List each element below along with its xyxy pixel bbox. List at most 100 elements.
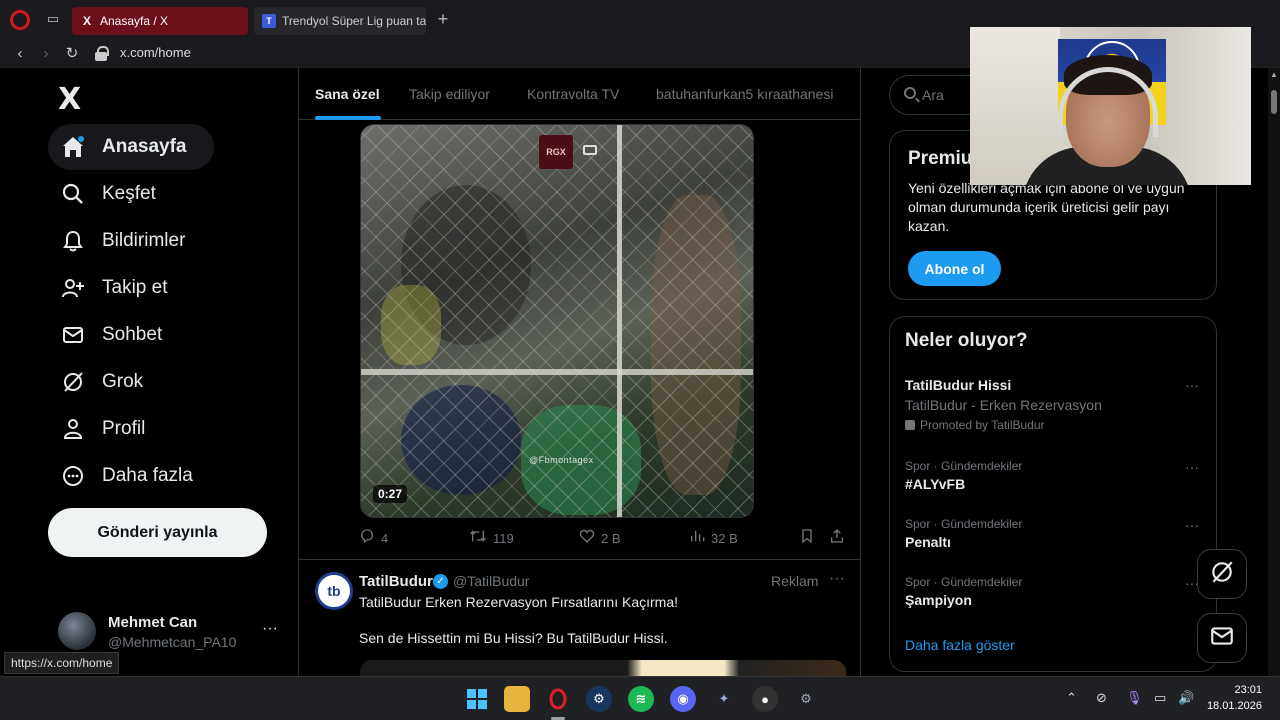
back-icon[interactable]: ‹ [10,44,30,64]
advertiser-avatar[interactable]: tb [315,572,353,610]
advertiser-name[interactable]: TatilBudur [359,573,433,590]
sidebar-item-label: Daha fazla [102,465,193,486]
trend-item[interactable]: TatilBudur Hissi TatilBudur - Erken Reze… [905,377,1205,432]
tab-following[interactable]: Takip ediliyor [409,86,490,102]
search-placeholder: Ara [922,87,944,103]
steam-icon[interactable]: ⚙ [586,686,612,712]
file-explorer-icon[interactable] [504,686,530,712]
tweet-video[interactable]: RGX @Fbmontagex 0:27 [360,124,754,518]
tab-kontravolta[interactable]: Kontravolta TV [527,86,619,102]
sidebar-item-label: Grok [102,371,144,392]
bookmark-icon[interactable] [799,528,815,544]
video-duration: 0:27 [373,485,408,503]
bell-icon [60,228,86,254]
trend-item[interactable]: Spor · Gündemdekiler #ALYvFB ··· [905,459,1205,492]
more-dots-icon[interactable]: ··· [1185,517,1199,533]
sidebar-item-follow[interactable]: Takip et [48,265,179,311]
tab-islands-icon[interactable]: ▭ [44,12,62,26]
more-dots-icon[interactable]: ··· [1185,459,1199,475]
sidebar-item-notifications[interactable]: Bildirimler [48,218,197,264]
windows-taskbar: ⚙ ≋ ◉ ✦ ● ⚙ ⌃ ⊘ 🎙 ▭ 🔊 23:01 18.01.2026 [0,676,1280,720]
messages-float-button[interactable] [1197,613,1247,663]
reply-count: 4 [381,530,389,546]
subscribe-button[interactable]: Abone ol [908,251,1001,286]
reload-icon[interactable]: ↻ [62,44,82,64]
show-more-link[interactable]: Daha fazla göster [905,637,1015,653]
sidebar-item-grok[interactable]: Grok [48,359,155,405]
ad-text-line: TatilBudur Erken Rezervasyon Fırsatların… [359,594,679,610]
volume-icon[interactable]: 🔊 [1178,690,1194,706]
tab-for-you[interactable]: Sana özel [315,86,380,102]
webcam-overlay [970,27,1251,185]
opera-browser-icon[interactable] [545,686,571,712]
new-tab-icon[interactable]: + [434,10,452,28]
microphone-icon[interactable]: 🎙 [1126,690,1143,706]
search-icon [904,87,916,99]
sidebar-item-explore[interactable]: Keşfet [48,171,168,217]
more-dots-icon[interactable]: ··· [829,570,845,588]
sidebar-item-chat[interactable]: Sohbet [48,312,174,358]
display-icon[interactable]: ▭ [1154,690,1166,706]
more-dots-icon[interactable]: ··· [262,620,278,638]
trend-name: Penaltı [905,534,951,550]
views-icon [689,528,705,548]
verified-badge-icon: ✓ [433,574,448,589]
spotify-icon[interactable]: ≋ [628,686,654,712]
tab-kiraathanesi[interactable]: batuhanfurkan5 kıraathanesi [656,86,833,102]
repost-button[interactable]: 119 [469,528,514,548]
start-icon[interactable] [464,686,490,712]
trend-name: #ALYvFB [905,476,966,492]
repost-count: 119 [493,530,514,546]
post-button[interactable]: Gönderi yayınla [48,508,267,557]
sidebar-item-home[interactable]: Anasayfa [48,124,214,170]
settings-icon[interactable]: ⚙ [793,686,819,712]
x-sidebar: X Anasayfa Keşfet Bildirimler Takip et S… [0,68,298,676]
scrollbar-thumb[interactable] [1271,90,1277,114]
app-icon[interactable]: ✦ [711,686,737,712]
page-scrollbar[interactable] [1268,68,1280,676]
forward-icon[interactable]: › [36,44,56,64]
advertiser-handle[interactable]: @TatilBudur [453,573,529,589]
tray-overflow-icon[interactable]: ⌃ [1066,690,1077,706]
lock-icon [94,46,109,62]
share-icon[interactable] [829,528,845,544]
like-button[interactable]: 2 B [579,528,621,548]
sidebar-item-label: Profil [102,418,146,439]
views-button[interactable]: 32 B [689,528,738,548]
video-fence-bar [361,369,753,375]
trendyol-favicon-icon: T [262,14,276,28]
discord-icon[interactable]: ◉ [670,686,696,712]
ad-text-line: Sen de Hissettin mi Bu Hissi? Bu TatilBu… [359,630,668,646]
tab-x-home[interactable]: X Anasayfa / X [72,7,248,35]
tab-trendyol[interactable]: T Trendyol Süper Lig puan ta [254,7,426,35]
sidebar-item-label: Sohbet [102,324,163,345]
x-logo-icon[interactable]: X [58,82,81,117]
trend-meta: Spor · Gündemdekiler [905,517,1023,531]
clock-date[interactable]: 18.01.2026 [1206,700,1262,712]
profile-name: Mehmet Can [108,614,198,631]
sidebar-item-more[interactable]: Daha fazla [48,453,205,499]
home-icon [60,134,86,160]
more-dots-icon[interactable]: ··· [1185,377,1199,393]
reply-icon [359,528,375,548]
account-switcher[interactable]: Mehmet Can @Mehmetcan_PA10 ··· [58,608,288,654]
trends-title: Neler oluyor? [905,330,1028,351]
url-field[interactable]: x.com/home [120,45,191,60]
grok-float-button[interactable] [1197,549,1247,599]
reply-button[interactable]: 4 [359,528,388,548]
mail-icon [1209,623,1235,654]
trend-item[interactable]: Spor · Gündemdekiler Penaltı ··· [905,517,1205,550]
search-icon [60,181,86,207]
camera-icon [583,145,597,155]
heart-icon [579,528,595,548]
obs-icon[interactable]: ● [752,686,778,712]
video-watermark: @Fbmontagex [529,455,594,465]
promoted-tweet[interactable]: tb TatilBudur ✓ @TatilBudur Reklam ··· T… [299,560,860,676]
sidebar-item-profile[interactable]: Profil [48,406,157,452]
opera-logo-icon[interactable] [10,10,30,30]
trend-item[interactable]: Spor · Gündemdekiler Şampiyon ··· [905,575,1205,608]
clock-time[interactable]: 23:01 [1228,684,1262,696]
ad-image[interactable] [360,660,846,676]
scroll-up-icon[interactable]: ▲ [1270,70,1278,79]
network-off-icon[interactable]: ⊘ [1096,690,1107,706]
